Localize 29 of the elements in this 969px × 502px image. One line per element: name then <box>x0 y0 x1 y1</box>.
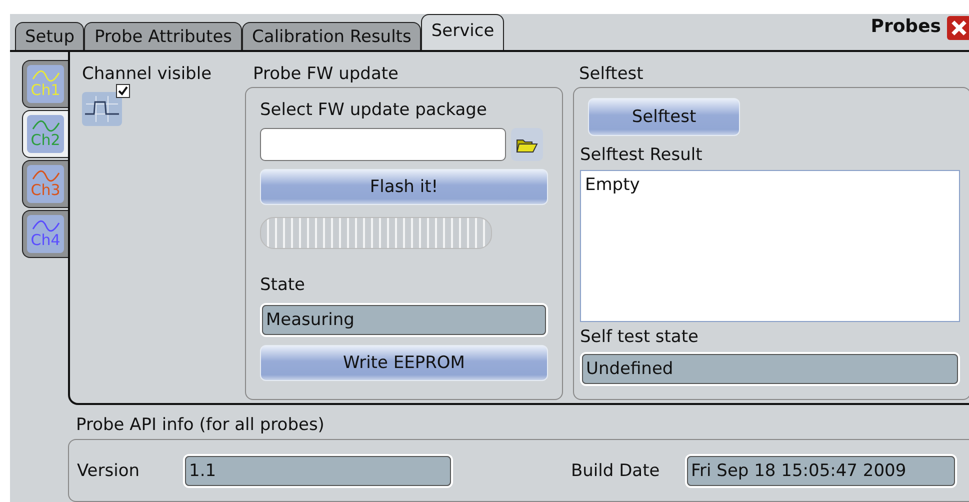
group-title: Probe API info (for all probes) <box>76 415 326 435</box>
channel-visible-label: Channel visible <box>82 64 213 84</box>
tab[interactable]: Calibration Results <box>242 22 422 50</box>
selftest-state-field: Undefined <box>580 352 960 386</box>
selftest-button[interactable]: Selftest <box>588 98 740 136</box>
field-label: Self test state <box>580 327 700 347</box>
write-eeprom-button[interactable]: Write EEPROM <box>260 345 548 381</box>
field-label: State <box>260 275 306 295</box>
field-label: Selftest Result <box>580 145 704 165</box>
folder-button[interactable] <box>511 128 543 161</box>
flash-button[interactable]: Flash it! <box>260 169 548 205</box>
version-field: 1.1 <box>183 454 453 488</box>
state-field: Measuring <box>260 303 548 337</box>
tab[interactable]: Probe Attributes <box>84 22 242 50</box>
checkbox[interactable] <box>116 84 130 98</box>
group-title: Probe FW update <box>252 64 400 84</box>
tab[interactable]: Service <box>421 14 504 50</box>
field-label: Select FW update package <box>260 100 488 120</box>
group-title: Selftest <box>578 64 644 84</box>
package-field[interactable] <box>260 128 506 161</box>
channel-visible-toggle[interactable] <box>82 86 128 126</box>
tab[interactable]: Setup <box>15 22 84 50</box>
field-label: Build Date <box>571 460 661 480</box>
waveform-icon <box>82 92 122 126</box>
field-label: Version <box>77 460 141 480</box>
result-text: Empty <box>585 175 640 195</box>
build-date-field: Fri Sep 18 15:05:47 2009 <box>685 454 957 488</box>
window-title: Probes <box>870 16 941 37</box>
close-icon[interactable] <box>947 16 969 40</box>
